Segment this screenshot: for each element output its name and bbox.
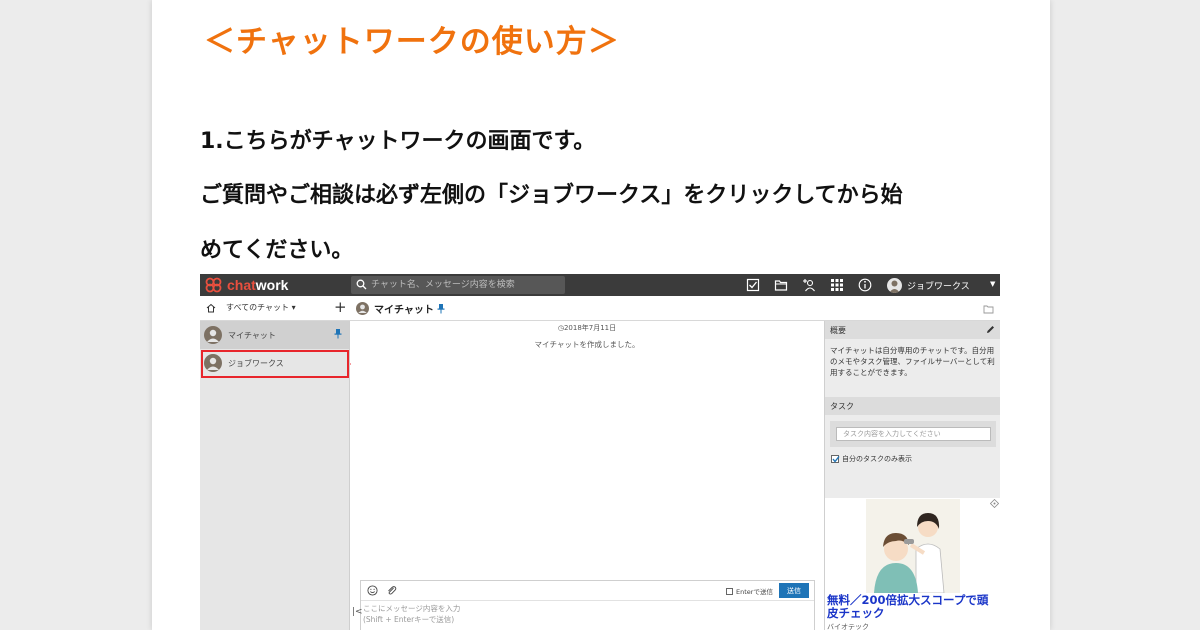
room-files-icon[interactable] — [983, 304, 994, 314]
message-input[interactable]: ここにメッセージ内容を入力 (Shift + Enterキーで送信) — [363, 603, 803, 625]
ad-title-link[interactable]: 無料／200倍拡大スコープで頭皮チェック — [827, 594, 999, 620]
pin-icon[interactable] — [437, 303, 445, 314]
own-tasks-filter[interactable]: 自分のタスクのみ表示 — [831, 454, 912, 464]
timeline-date: ◷2018年7月11日 — [351, 323, 823, 333]
chatwork-logo-icon — [205, 277, 222, 293]
all-chats-label: すべてのチャット ▾ — [226, 303, 296, 312]
user-menu[interactable]: ジョブワークス — [887, 277, 970, 293]
search-icon — [356, 279, 367, 290]
avatar-person-icon — [207, 329, 219, 342]
attachment-icon[interactable] — [386, 585, 397, 596]
enter-to-send-label: Enterで送信 — [736, 588, 773, 596]
composer-toolbar: Enterで送信 送信 — [361, 581, 814, 601]
message-composer: Enterで送信 送信 ここにメッセージ内容を入力 (Shift + Enter… — [360, 580, 815, 630]
avatar-person-icon — [889, 280, 900, 293]
ad-source: バイオテック — [827, 623, 869, 630]
edit-icon[interactable] — [986, 325, 995, 334]
summary-header: 概要 — [825, 321, 1000, 339]
summary-text: マイチャットは自分専用のチャットです。自分用のメモやタスク管理、ファイルサーバー… — [830, 346, 995, 377]
search-box[interactable] — [351, 276, 565, 294]
room-title-text: マイチャット — [374, 305, 434, 316]
task-header: タスク — [825, 397, 1000, 415]
ad-illustration[interactable] — [866, 499, 960, 593]
check-icon — [832, 456, 840, 463]
room-avatar — [204, 326, 222, 344]
emoji-icon[interactable] — [367, 585, 378, 596]
message-input-placeholder: ここにメッセージ内容を入力 — [363, 604, 461, 613]
collapse-sidebar-icon[interactable]: |< — [352, 607, 363, 617]
send-button[interactable]: 送信 — [779, 583, 809, 598]
instruction-line-1: 1.こちらがチャットワークの画面です。 — [200, 129, 596, 154]
user-avatar — [887, 277, 902, 293]
own-tasks-label: 自分のタスクのみ表示 — [842, 455, 912, 463]
system-message: マイチャットを作成しました。 — [534, 340, 640, 349]
chatwork-screenshot: chatwork チャット名、メッセージ内容を検索 ジョブワークス ▼ すべての… — [200, 274, 1000, 630]
info-icon[interactable] — [858, 278, 872, 292]
add-chat-icon[interactable]: + — [334, 298, 347, 316]
instruction-line-2: ご質問やご相談は必ず左側の「ジョブワークス」をクリックしてから始 — [200, 183, 903, 208]
search-input[interactable] — [371, 277, 561, 293]
sub-header: すべてのチャット ▾ + マイチャット — [200, 296, 1000, 321]
enter-to-send-checkbox[interactable] — [726, 587, 733, 595]
task-heading: タスク — [830, 402, 854, 411]
apps-grid-icon[interactable] — [830, 278, 844, 292]
task-checkbox-icon[interactable] — [746, 278, 760, 292]
own-tasks-checkbox[interactable] — [831, 455, 840, 463]
jobworks-highlight-box — [201, 350, 349, 378]
add-contact-icon[interactable] — [802, 278, 816, 292]
logo-text: chatwork — [227, 277, 288, 293]
article-page: ＜チャットワークの使い方＞ 1.こちらがチャットワークの画面です。 ご質問やご相… — [152, 0, 1050, 630]
folder-icon[interactable] — [774, 278, 788, 292]
timeline-date-text: 2018年7月11日 — [563, 324, 617, 332]
section-heading: ＜チャットワークの使い方＞ — [204, 24, 620, 60]
top-bar: chatwork チャット名、メッセージ内容を検索 ジョブワークス ▼ — [200, 274, 1000, 296]
summary-heading: 概要 — [830, 326, 846, 335]
ad-choices-icon[interactable] — [990, 499, 999, 508]
advertisement[interactable]: 無料／200倍拡大スコープで頭皮チェック バイオテック — [825, 498, 1000, 630]
message-timeline: ◷2018年7月11日 マイチャットを作成しました。 Enterで送信 送信 こ… — [351, 321, 823, 630]
enter-to-send-option[interactable]: Enterで送信 — [726, 586, 773, 596]
message-input-hint: (Shift + Enterキーで送信) — [363, 615, 455, 624]
pin-icon[interactable] — [334, 328, 342, 339]
logo-text-work: work — [255, 277, 289, 293]
room-avatar-icon — [356, 302, 369, 315]
room-item-my-chat[interactable]: マイチャット — [200, 321, 349, 349]
right-panel: 概要 マイチャットは自分専用のチャットです。自分用のメモやタスク管理、ファイルサ… — [824, 321, 1000, 630]
all-chats-filter[interactable]: すべてのチャット ▾ — [206, 302, 296, 313]
instruction-line-3: めてください。 — [200, 238, 354, 263]
ad-illustration-image — [866, 499, 960, 593]
user-menu-caret-icon[interactable]: ▼ — [990, 280, 995, 288]
task-input[interactable] — [836, 427, 991, 441]
user-name: ジョブワークス — [907, 281, 970, 292]
room-title: マイチャット — [356, 301, 445, 316]
home-icon — [206, 303, 216, 312]
room-name: マイチャット — [228, 330, 276, 340]
chatwork-logo[interactable]: chatwork — [205, 276, 288, 294]
logo-text-chat: chat — [227, 277, 256, 293]
task-input-box — [830, 421, 996, 447]
